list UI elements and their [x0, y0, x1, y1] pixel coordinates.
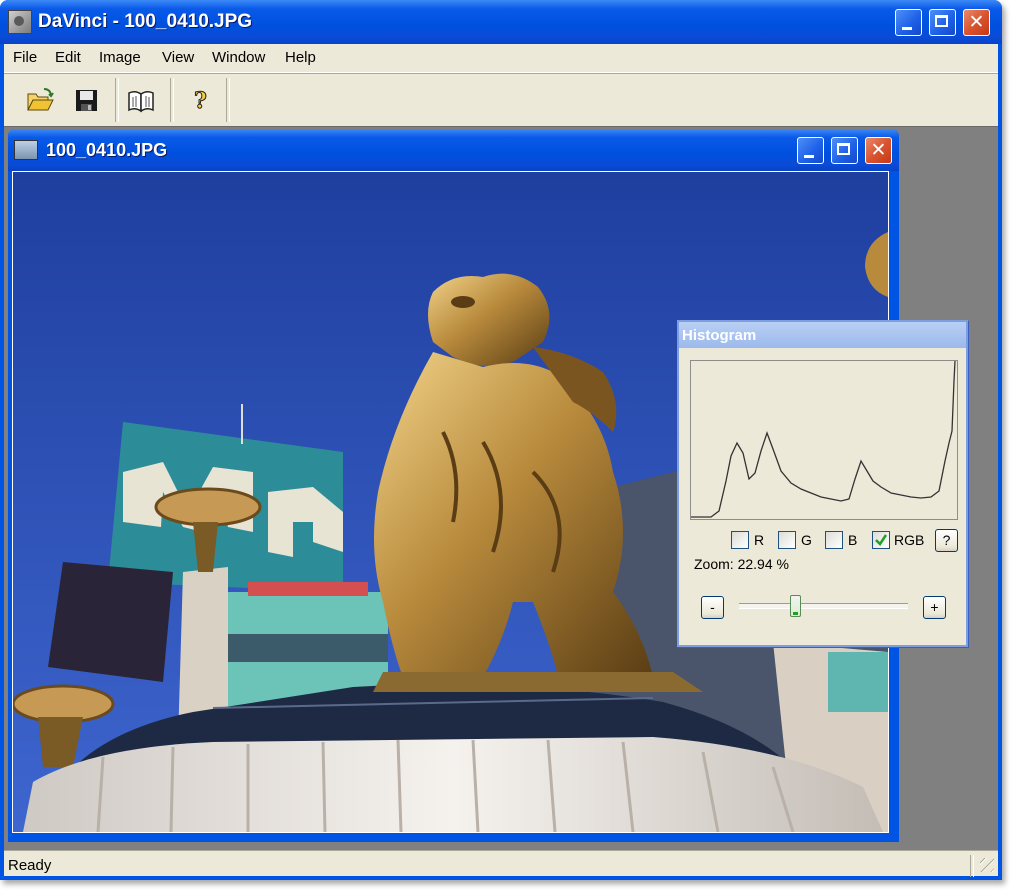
histogram-curve	[691, 360, 956, 518]
status-bar: Ready	[4, 850, 998, 877]
open-folder-icon	[27, 88, 54, 111]
maximize-icon	[837, 143, 850, 155]
help-button[interactable]: ?	[184, 84, 216, 116]
image-file-icon[interactable]	[14, 140, 38, 160]
book-icon	[128, 90, 154, 113]
zoom-in-button[interactable]: +	[923, 596, 946, 619]
zoom-slider-thumb[interactable]	[789, 595, 801, 617]
channel-rgb-checkbox[interactable]	[872, 531, 890, 549]
close-icon: ✕	[968, 11, 985, 33]
histogram-title: Histogram	[682, 327, 757, 344]
histogram-panel: Histogram R G B RGB ? Zoom: 22.94 % - +	[677, 320, 968, 647]
histogram-help-button[interactable]: ?	[935, 529, 958, 552]
maximize-icon	[935, 15, 948, 27]
channel-b-checkbox[interactable]	[825, 531, 843, 549]
open-button[interactable]	[24, 84, 56, 116]
status-pane-divider	[970, 855, 974, 877]
menu-edit[interactable]: Edit	[55, 49, 81, 66]
channel-r-label: R	[754, 532, 765, 548]
zoom-readout: Zoom: 22.94 %	[694, 556, 789, 572]
image-close-button[interactable]: ✕	[865, 137, 892, 164]
minimize-icon	[804, 155, 814, 158]
minimize-icon	[902, 27, 912, 30]
histogram-titlebar[interactable]: Histogram	[679, 322, 966, 348]
toolbar-separator	[170, 78, 174, 122]
image-window-titlebar[interactable]: 100_0410.JPG ✕	[8, 129, 899, 171]
book-button[interactable]	[125, 84, 157, 116]
minimize-button[interactable]	[895, 9, 922, 36]
channel-g-label: G	[801, 532, 812, 548]
app-titlebar[interactable]: DaVinci - 100_0410.JPG ✕	[0, 0, 1002, 44]
save-button[interactable]	[70, 84, 102, 116]
zoom-out-button[interactable]: -	[701, 596, 724, 619]
menu-file[interactable]: File	[13, 49, 37, 66]
channel-g-checkbox[interactable]	[778, 531, 796, 549]
app-icon[interactable]	[8, 10, 32, 34]
checkmark-icon	[875, 534, 888, 546]
maximize-button[interactable]	[929, 9, 956, 36]
svg-text:?: ?	[194, 88, 207, 114]
image-window-title: 100_0410.JPG	[46, 140, 168, 160]
close-icon: ✕	[870, 139, 887, 161]
image-minimize-button[interactable]	[797, 137, 824, 164]
image-maximize-button[interactable]	[831, 137, 858, 164]
toolbar-separator	[115, 78, 119, 122]
toolbar-separator	[226, 78, 230, 122]
channel-r-checkbox[interactable]	[731, 531, 749, 549]
menu-help[interactable]: Help	[285, 49, 316, 66]
menu-bar: File Edit Image View Window Help	[4, 44, 998, 73]
histogram-graph	[690, 360, 958, 520]
toolbar: ?	[4, 73, 998, 127]
close-button[interactable]: ✕	[963, 9, 990, 36]
app-title: DaVinci - 100_0410.JPG	[38, 11, 253, 32]
menu-image[interactable]: Image	[99, 49, 141, 66]
zoom-slider-track[interactable]	[739, 603, 908, 609]
save-disk-icon	[76, 90, 97, 111]
menu-window[interactable]: Window	[212, 49, 265, 66]
channel-b-label: B	[848, 532, 858, 548]
resize-grip-icon[interactable]	[980, 858, 994, 872]
menu-view[interactable]: View	[162, 49, 194, 66]
status-text: Ready	[8, 857, 52, 874]
channel-rgb-label: RGB	[894, 532, 925, 548]
help-question-icon: ?	[194, 88, 208, 115]
